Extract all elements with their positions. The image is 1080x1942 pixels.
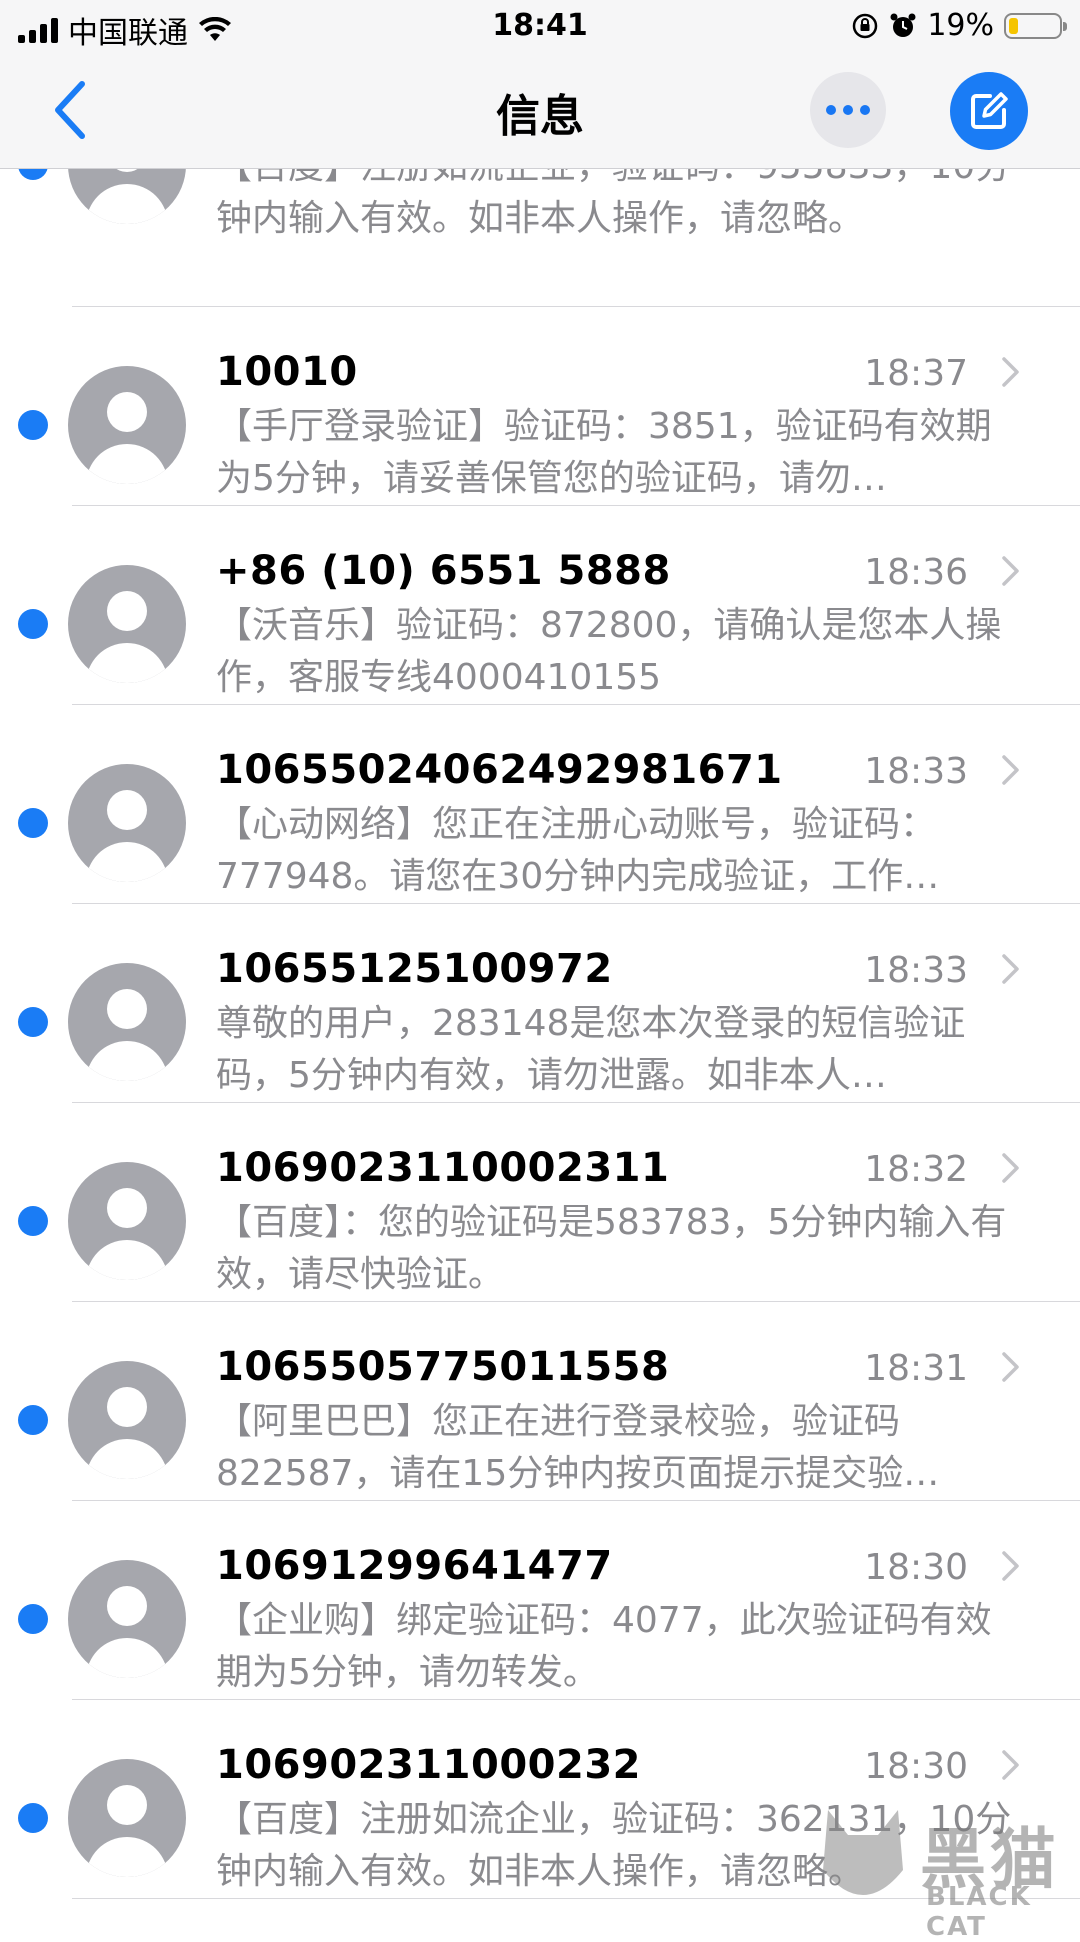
person-head-icon [107,1785,147,1825]
message-time: 18:37 [864,353,968,394]
person-body-icon [86,1041,168,1081]
message-preview: 【阿里巴巴】您正在进行登录校验，验证码822587，请在15分钟内按页面提示提交… [216,1401,940,1494]
chevron-right-icon [1002,1153,1019,1183]
compose-button[interactable] [950,72,1028,150]
person-head-icon [107,989,147,1029]
message-list: 10690231100023? 18:3? 【百度】注册如流企业，验证码：955… [0,89,1080,1899]
message-row[interactable]: 10010 18:37 【手厅登录验证】验证码：3851，验证码有效期为5分钟，… [0,307,1080,506]
compose-icon [971,92,1008,129]
chevron-right-icon [1002,1750,1019,1780]
battery-percent: 19% [927,8,994,43]
avatar [68,366,186,484]
person-body-icon [86,444,168,484]
page-title: 信息 [496,91,584,142]
message-row[interactable]: 10655125100972 18:33 尊敬的用户，283148是您本次登录的… [0,904,1080,1103]
message-preview: 【心动网络】您正在注册心动账号，验证码：777948。请您在30分钟内完成验证，… [216,804,940,897]
avatar [68,1361,186,1479]
person-body-icon [86,842,168,882]
person-body-icon [86,643,168,683]
chevron-right-icon [1002,954,1019,984]
unread-dot [18,1803,48,1833]
sender-name: 10655125100972 [216,946,613,992]
chevron-right-icon [1002,1352,1019,1382]
unread-dot [18,808,48,838]
person-body-icon [86,1240,168,1280]
sender-name: +86 (10) 6551 5888 [216,548,671,594]
person-head-icon [107,1188,147,1228]
person-body-icon [86,1837,168,1877]
avatar [68,1560,186,1678]
battery-fill [1009,17,1018,34]
alarm-icon [890,13,916,37]
message-row[interactable]: 1069023110002311 18:32 【百度】：您的验证码是583783… [0,1103,1080,1302]
message-row[interactable]: 1065502406249298​1671 18:33 【心动网络】您正在注册心… [0,705,1080,904]
message-preview: 【百度】：您的验证码是583783，5分钟内输入有效，请尽快验证。 [216,1202,1007,1295]
avatar [68,1162,186,1280]
sender-name: 10691299641477 [216,1543,613,1589]
unread-dot [18,609,48,639]
sender-name: 10010 [216,349,358,395]
unread-dot [18,410,48,440]
message-time: 18:33 [864,950,968,991]
sender-name: 1065505775011558 [216,1344,670,1390]
avatar [68,963,186,1081]
message-time: 18:31 [864,1348,968,1389]
person-head-icon [107,392,147,432]
unread-dot [18,1405,48,1435]
person-body-icon [86,1638,168,1678]
message-time: 18:36 [864,552,968,593]
message-row[interactable]: +86 (10) 6551 5888 18:36 【沃音乐】验证码：872800… [0,506,1080,705]
watermark-subtext: BLACK CAT [926,1882,1032,1942]
chevron-right-icon [1002,556,1019,586]
sender-name: 1069023110002311 [216,1145,670,1191]
more-options-button[interactable] [810,72,886,148]
message-preview: 尊敬的用户，283148是您本次登录的短信验证码，5分钟内有效，请勿泄露。如非本… [216,1003,966,1096]
status-bar: 中国联通 18:41 19% [0,0,1080,56]
orientation-lock-icon [853,13,878,38]
message-preview: 【企业购】绑定验证码：4077，此次验证码有效期为5分钟，请勿转发。 [216,1600,992,1693]
message-preview: 【手厅登录验证】验证码：3851，验证码有效期为5分钟，请妥善保管您的验证码，请… [216,406,992,499]
avatar [68,1759,186,1877]
sender-name: 106902311000232 [216,1742,641,1788]
person-head-icon [107,1387,147,1427]
battery-icon [1004,12,1067,39]
avatar [68,764,186,882]
message-row[interactable]: 10691299641477 18:30 【企业购】绑定验证码：4077，此次验… [0,1501,1080,1700]
message-time: 18:30 [864,1746,968,1787]
unread-dot [18,1007,48,1037]
chevron-right-icon [1002,357,1019,387]
navigation-bar: 信息 [0,56,1080,169]
message-preview: 【沃音乐】验证码：872800，请确认是您本人操作，客服专线4000410155 [216,605,1002,698]
status-right: 19% [851,8,1067,43]
person-body-icon [86,184,168,224]
person-head-icon [107,1586,147,1626]
person-head-icon [107,591,147,631]
blackcat-watermark: 黑猫 BLACK CAT [808,1800,1080,1942]
unread-dot [18,1604,48,1634]
chevron-right-icon [1002,755,1019,785]
message-time: 18:30 [864,1547,968,1588]
ellipsis-icon [826,105,836,115]
chevron-right-icon [1002,1551,1019,1581]
message-row[interactable]: 1065505775011558 18:31 【阿里巴巴】您正在进行登录校验，验… [0,1302,1080,1501]
message-time: 18:32 [864,1149,968,1190]
unread-dot [18,1206,48,1236]
avatar [68,565,186,683]
message-time: 18:33 [864,751,968,792]
person-body-icon [86,1439,168,1479]
person-head-icon [107,790,147,830]
sender-name: 1065502406249298​1671 [216,747,783,793]
cat-logo-icon [823,1810,903,1895]
